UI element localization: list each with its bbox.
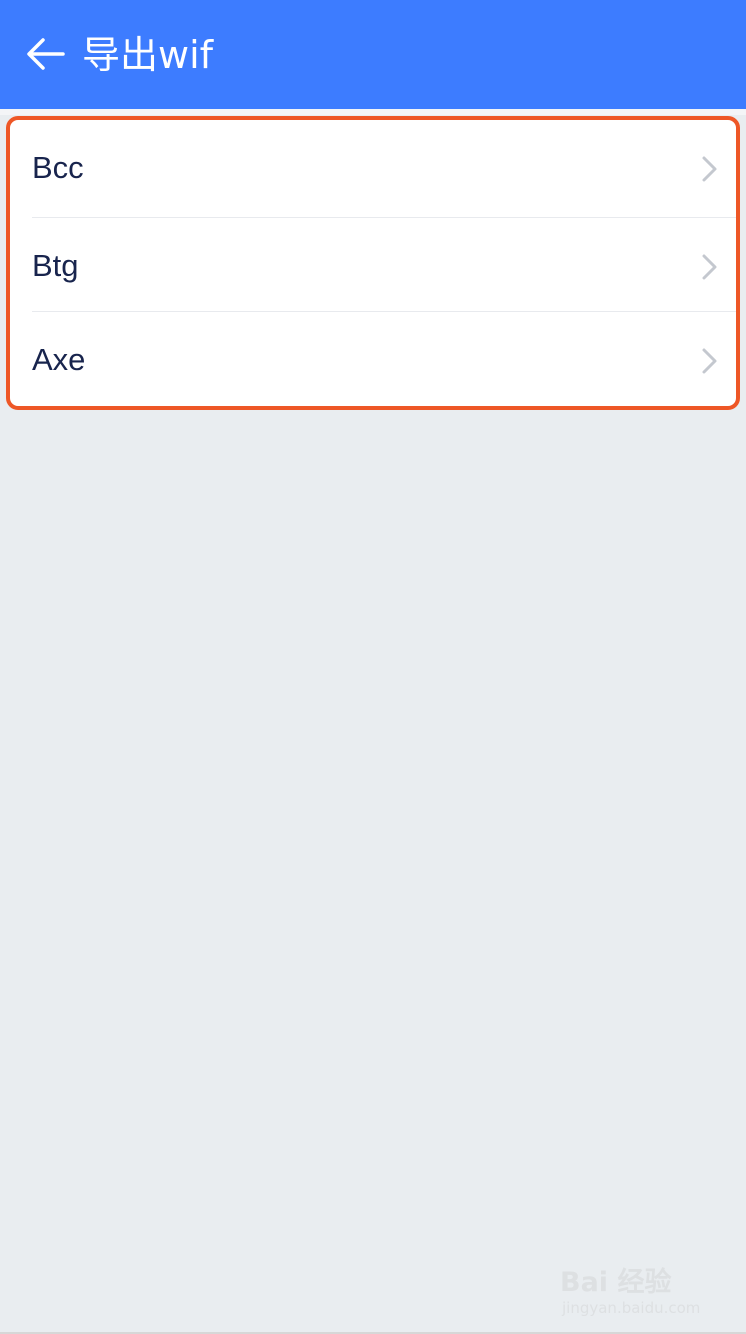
- watermark-brand: Bai 经验: [560, 1267, 672, 1298]
- chevron-right-icon: [702, 348, 717, 374]
- watermark-url: jingyan.baidu.com: [562, 1299, 701, 1317]
- back-button[interactable]: [20, 30, 70, 78]
- list-item-label: Bcc: [32, 150, 84, 185]
- app-header: 导出wif: [0, 0, 746, 109]
- chevron-right-icon: [702, 254, 717, 280]
- list-item-axe[interactable]: Axe: [10, 312, 736, 406]
- page-title: 导出wif: [82, 33, 214, 77]
- list-item-label: Axe: [32, 342, 86, 377]
- list-item-btg[interactable]: Btg: [10, 218, 736, 312]
- chevron-right-icon: [702, 156, 717, 182]
- header-shadow-strip: [0, 109, 746, 115]
- arrow-left-icon: [27, 38, 65, 70]
- list-item-label: Btg: [32, 248, 79, 283]
- wallet-list: Bcc Btg Axe: [6, 116, 740, 410]
- baidu-jingyan-watermark: Bai 经验 jingyan.baidu.com: [556, 1256, 706, 1320]
- list-item-bcc[interactable]: Bcc: [10, 120, 736, 214]
